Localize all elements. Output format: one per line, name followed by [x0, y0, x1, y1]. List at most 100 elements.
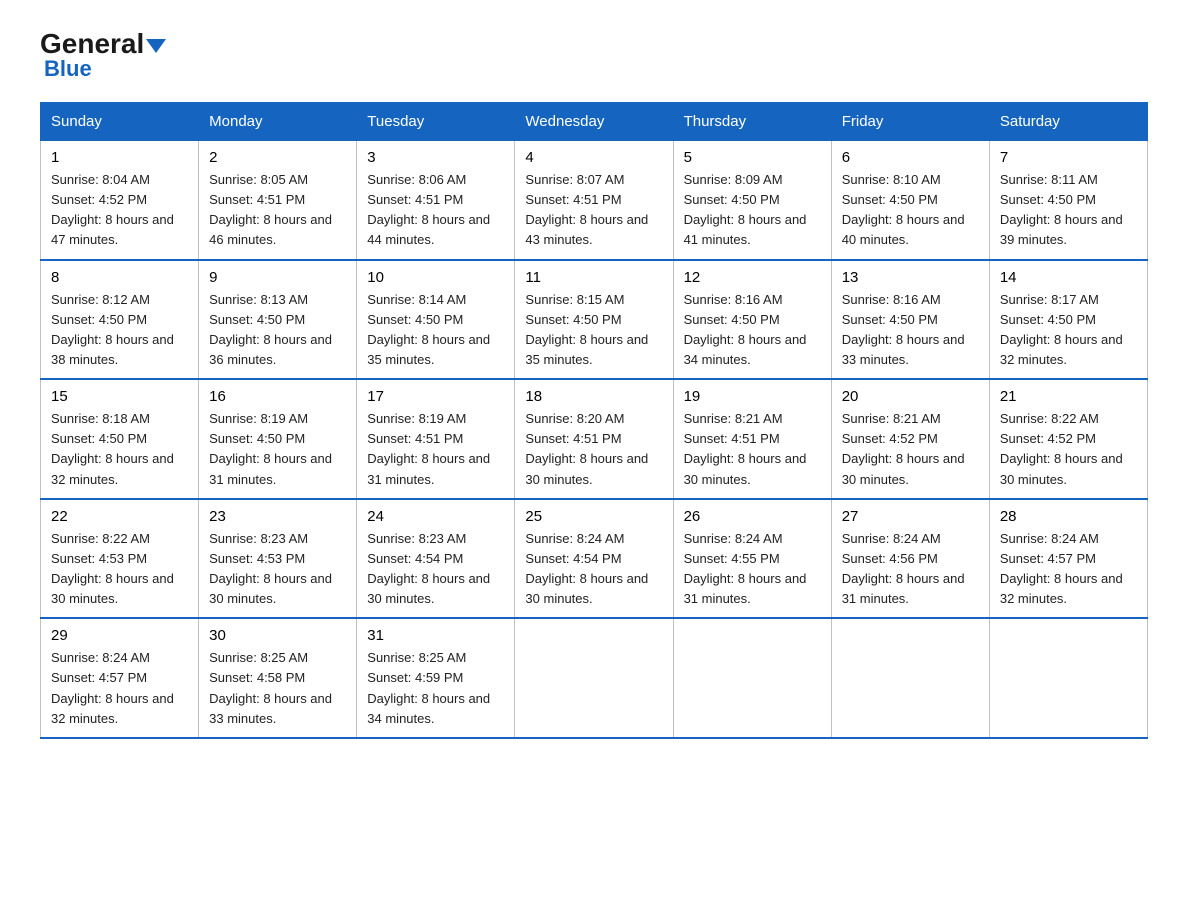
calendar-cell: 5 Sunrise: 8:09 AMSunset: 4:50 PMDaylight…: [673, 141, 831, 260]
day-info: Sunrise: 8:12 AMSunset: 4:50 PMDaylight:…: [51, 290, 188, 371]
calendar-week-row: 1 Sunrise: 8:04 AMSunset: 4:52 PMDaylight…: [41, 141, 1148, 260]
day-info: Sunrise: 8:22 AMSunset: 4:52 PMDaylight:…: [1000, 409, 1137, 490]
calendar-table: SundayMondayTuesdayWednesdayThursdayFrid…: [40, 102, 1148, 739]
weekday-header-row: SundayMondayTuesdayWednesdayThursdayFrid…: [41, 103, 1148, 141]
calendar-week-row: 8 Sunrise: 8:12 AMSunset: 4:50 PMDaylight…: [41, 260, 1148, 380]
calendar-cell: 28 Sunrise: 8:24 AMSunset: 4:57 PMDayligh…: [989, 499, 1147, 619]
calendar-cell: 6 Sunrise: 8:10 AMSunset: 4:50 PMDaylight…: [831, 141, 989, 260]
day-info: Sunrise: 8:24 AMSunset: 4:57 PMDaylight:…: [51, 648, 188, 729]
calendar-cell: 2Sunrise: 8:05 AMSunset: 4:51 PMDaylight…: [199, 141, 357, 260]
logo-triangle-icon: [146, 39, 166, 53]
calendar-week-row: 15 Sunrise: 8:18 AMSunset: 4:50 PMDayligh…: [41, 379, 1148, 499]
weekday-header-monday: Monday: [199, 103, 357, 141]
day-info: Sunrise: 8:23 AMSunset: 4:53 PMDaylight:…: [209, 529, 346, 610]
day-number: 15: [51, 388, 188, 405]
calendar-cell: 20 Sunrise: 8:21 AMSunset: 4:52 PMDayligh…: [831, 379, 989, 499]
calendar-week-row: 29Sunrise: 8:24 AMSunset: 4:57 PMDayligh…: [41, 618, 1148, 738]
calendar-week-row: 22Sunrise: 8:22 AMSunset: 4:53 PMDayligh…: [41, 499, 1148, 619]
weekday-header-saturday: Saturday: [989, 103, 1147, 141]
calendar-cell: 15 Sunrise: 8:18 AMSunset: 4:50 PMDayligh…: [41, 379, 199, 499]
day-number: 22: [51, 508, 188, 525]
day-number: 1: [51, 149, 188, 166]
day-number: 23: [209, 508, 346, 525]
calendar-cell: 16Sunrise: 8:19 AMSunset: 4:50 PMDayligh…: [199, 379, 357, 499]
day-number: 20: [842, 388, 979, 405]
calendar-cell: [673, 618, 831, 738]
day-number: 26: [684, 508, 821, 525]
day-info: Sunrise: 8:09 AMSunset: 4:50 PMDaylight:…: [684, 170, 821, 251]
day-number: 9: [209, 269, 346, 286]
calendar-cell: 10Sunrise: 8:14 AMSunset: 4:50 PMDayligh…: [357, 260, 515, 380]
day-info: Sunrise: 8:17 AMSunset: 4:50 PMDaylight:…: [1000, 290, 1137, 371]
weekday-header-tuesday: Tuesday: [357, 103, 515, 141]
calendar-cell: 1 Sunrise: 8:04 AMSunset: 4:52 PMDaylight…: [41, 141, 199, 260]
day-number: 6: [842, 149, 979, 166]
day-number: 8: [51, 269, 188, 286]
weekday-header-sunday: Sunday: [41, 103, 199, 141]
calendar-cell: 13 Sunrise: 8:16 AMSunset: 4:50 PMDayligh…: [831, 260, 989, 380]
day-number: 18: [525, 388, 662, 405]
day-number: 3: [367, 149, 504, 166]
day-info: Sunrise: 8:04 AMSunset: 4:52 PMDaylight:…: [51, 170, 188, 251]
calendar-cell: 27 Sunrise: 8:24 AMSunset: 4:56 PMDayligh…: [831, 499, 989, 619]
calendar-cell: 19Sunrise: 8:21 AMSunset: 4:51 PMDayligh…: [673, 379, 831, 499]
calendar-cell: 22Sunrise: 8:22 AMSunset: 4:53 PMDayligh…: [41, 499, 199, 619]
day-info: Sunrise: 8:19 AMSunset: 4:50 PMDaylight:…: [209, 409, 346, 490]
day-info: Sunrise: 8:16 AMSunset: 4:50 PMDaylight:…: [684, 290, 821, 371]
calendar-cell: 31Sunrise: 8:25 AMSunset: 4:59 PMDayligh…: [357, 618, 515, 738]
day-number: 5: [684, 149, 821, 166]
calendar-cell: 26 Sunrise: 8:24 AMSunset: 4:55 PMDayligh…: [673, 499, 831, 619]
calendar-cell: 24 Sunrise: 8:23 AMSunset: 4:54 PMDayligh…: [357, 499, 515, 619]
day-info: Sunrise: 8:07 AMSunset: 4:51 PMDaylight:…: [525, 170, 662, 251]
day-info: Sunrise: 8:24 AMSunset: 4:56 PMDaylight:…: [842, 529, 979, 610]
weekday-header-friday: Friday: [831, 103, 989, 141]
page-header: General Blue: [40, 30, 1148, 82]
day-number: 10: [367, 269, 504, 286]
day-number: 30: [209, 627, 346, 644]
day-info: Sunrise: 8:13 AMSunset: 4:50 PMDaylight:…: [209, 290, 346, 371]
weekday-header-thursday: Thursday: [673, 103, 831, 141]
logo: General Blue: [40, 30, 166, 82]
day-info: Sunrise: 8:11 AMSunset: 4:50 PMDaylight:…: [1000, 170, 1137, 251]
day-info: Sunrise: 8:10 AMSunset: 4:50 PMDaylight:…: [842, 170, 979, 251]
calendar-cell: 9 Sunrise: 8:13 AMSunset: 4:50 PMDaylight…: [199, 260, 357, 380]
day-info: Sunrise: 8:21 AMSunset: 4:51 PMDaylight:…: [684, 409, 821, 490]
day-info: Sunrise: 8:18 AMSunset: 4:50 PMDaylight:…: [51, 409, 188, 490]
day-info: Sunrise: 8:24 AMSunset: 4:55 PMDaylight:…: [684, 529, 821, 610]
calendar-cell: 4 Sunrise: 8:07 AMSunset: 4:51 PMDaylight…: [515, 141, 673, 260]
day-info: Sunrise: 8:24 AMSunset: 4:57 PMDaylight:…: [1000, 529, 1137, 610]
calendar-cell: 21Sunrise: 8:22 AMSunset: 4:52 PMDayligh…: [989, 379, 1147, 499]
day-info: Sunrise: 8:19 AMSunset: 4:51 PMDaylight:…: [367, 409, 504, 490]
day-info: Sunrise: 8:23 AMSunset: 4:54 PMDaylight:…: [367, 529, 504, 610]
day-info: Sunrise: 8:20 AMSunset: 4:51 PMDaylight:…: [525, 409, 662, 490]
day-number: 27: [842, 508, 979, 525]
calendar-cell: 23 Sunrise: 8:23 AMSunset: 4:53 PMDayligh…: [199, 499, 357, 619]
weekday-header-wednesday: Wednesday: [515, 103, 673, 141]
day-number: 31: [367, 627, 504, 644]
day-info: Sunrise: 8:06 AMSunset: 4:51 PMDaylight:…: [367, 170, 504, 251]
calendar-cell: [989, 618, 1147, 738]
day-number: 28: [1000, 508, 1137, 525]
day-info: Sunrise: 8:25 AMSunset: 4:58 PMDaylight:…: [209, 648, 346, 729]
day-number: 12: [684, 269, 821, 286]
calendar-cell: 7 Sunrise: 8:11 AMSunset: 4:50 PMDaylight…: [989, 141, 1147, 260]
day-number: 11: [525, 269, 662, 286]
day-info: Sunrise: 8:05 AMSunset: 4:51 PMDaylight:…: [209, 170, 346, 251]
calendar-cell: 8 Sunrise: 8:12 AMSunset: 4:50 PMDaylight…: [41, 260, 199, 380]
day-number: 7: [1000, 149, 1137, 166]
day-number: 4: [525, 149, 662, 166]
calendar-cell: 3 Sunrise: 8:06 AMSunset: 4:51 PMDaylight…: [357, 141, 515, 260]
calendar-cell: 30 Sunrise: 8:25 AMSunset: 4:58 PMDayligh…: [199, 618, 357, 738]
day-number: 24: [367, 508, 504, 525]
calendar-cell: 25Sunrise: 8:24 AMSunset: 4:54 PMDayligh…: [515, 499, 673, 619]
day-info: Sunrise: 8:15 AMSunset: 4:50 PMDaylight:…: [525, 290, 662, 371]
logo-general-text: General: [40, 28, 144, 59]
day-info: Sunrise: 8:16 AMSunset: 4:50 PMDaylight:…: [842, 290, 979, 371]
day-number: 14: [1000, 269, 1137, 286]
calendar-cell: [515, 618, 673, 738]
day-number: 17: [367, 388, 504, 405]
calendar-cell: 14 Sunrise: 8:17 AMSunset: 4:50 PMDayligh…: [989, 260, 1147, 380]
day-info: Sunrise: 8:21 AMSunset: 4:52 PMDaylight:…: [842, 409, 979, 490]
logo-blue-text: Blue: [44, 56, 92, 82]
day-number: 13: [842, 269, 979, 286]
